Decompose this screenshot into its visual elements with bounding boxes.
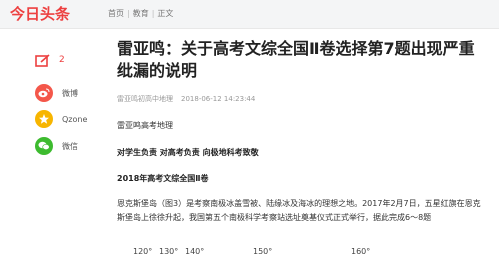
breadcrumb-education[interactable]: 教育 <box>133 9 149 18</box>
breadcrumb: 首页 | 教育 | 正文 <box>108 9 174 18</box>
paragraph-question: 恩克斯堡岛（图3）是考察南极冰盖雪被、陆缘冰及海冰的理想之地。2017年2月7日… <box>117 199 481 222</box>
wechat-icon <box>35 137 53 155</box>
paragraph-author: 雷亚鸣高考地理 <box>117 121 173 130</box>
weibo-icon <box>35 84 53 102</box>
share-wechat-button[interactable]: 微信 <box>35 136 78 156</box>
share-weibo-label: 微博 <box>62 88 78 98</box>
comment-icon <box>35 53 51 67</box>
paragraph-motto: 对学生负责 对高考负责 向极地科考致敬 <box>117 148 259 157</box>
article-source[interactable]: 雷亚鸣初高中地理 <box>117 95 173 103</box>
article-date: 2018-06-12 14:23:44 <box>181 95 256 103</box>
breadcrumb-home[interactable]: 首页 <box>108 9 124 18</box>
comment-button[interactable]: 2 <box>35 50 65 70</box>
share-qzone-button[interactable]: Qzone <box>35 109 87 129</box>
article-title: 雷亚鸣：关于高考文综全国Ⅱ卷选择第7题出现严重纰漏的说明 <box>117 39 475 80</box>
site-logo[interactable]: 今日头条 <box>10 4 70 24</box>
share-qzone-label: Qzone <box>62 114 88 124</box>
comment-count: 2 <box>59 55 65 65</box>
article-body: 雷亚鸣：关于高考文综全国Ⅱ卷选择第7题出现严重纰漏的说明 雷亚鸣初高中地理 201… <box>117 38 487 225</box>
share-weibo-button[interactable]: 微博 <box>35 83 78 103</box>
qzone-icon <box>35 110 53 128</box>
breadcrumb-current: 正文 <box>157 9 174 18</box>
paragraph-exam-title: 2018年高考文综全国Ⅱ卷 <box>117 174 209 183</box>
share-wechat-label: 微信 <box>62 141 78 151</box>
top-bar: 今日头条 首页 | 教育 | 正文 <box>0 0 499 29</box>
article-meta: 雷亚鸣初高中地理 2018-06-12 14:23:44 <box>117 94 487 104</box>
